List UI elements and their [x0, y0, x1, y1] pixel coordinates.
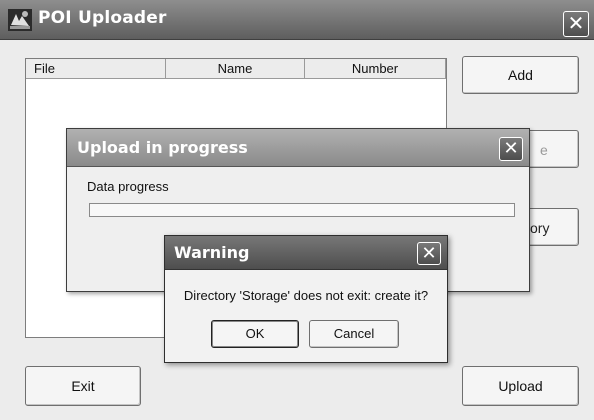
data-progress-label: Data progress	[87, 179, 169, 194]
upload-button[interactable]: Upload	[462, 366, 579, 406]
warning-dialog-title: Warning	[174, 243, 250, 262]
close-icon[interactable]: ✕	[499, 137, 523, 161]
warning-message: Directory 'Storage' does not exit: creat…	[183, 288, 429, 303]
cancel-button[interactable]: Cancel	[309, 320, 399, 348]
ok-button[interactable]: OK	[211, 320, 299, 348]
side-button-2-label: e	[540, 142, 548, 158]
add-button[interactable]: Add	[462, 56, 579, 94]
data-progress-bar	[89, 203, 515, 217]
close-icon[interactable]: ✕	[563, 11, 589, 37]
column-header-file[interactable]: File	[26, 59, 166, 79]
progress-dialog-titlebar[interactable]: Upload in progress ✕	[67, 129, 529, 167]
progress-dialog-title: Upload in progress	[77, 138, 248, 157]
exit-button[interactable]: Exit	[25, 366, 141, 406]
column-header-name[interactable]: Name	[166, 59, 305, 79]
poi-app-icon	[8, 9, 32, 31]
warning-dialog-titlebar[interactable]: Warning ✕	[165, 236, 447, 270]
close-icon[interactable]: ✕	[417, 242, 441, 265]
main-titlebar[interactable]: POI Uploader ✕	[0, 0, 594, 40]
column-header-number[interactable]: Number	[305, 59, 446, 79]
window-title: POI Uploader	[38, 8, 167, 28]
warning-dialog: Warning ✕ Directory 'Storage' does not e…	[164, 235, 448, 363]
side-button-3-label: ory	[530, 220, 550, 236]
